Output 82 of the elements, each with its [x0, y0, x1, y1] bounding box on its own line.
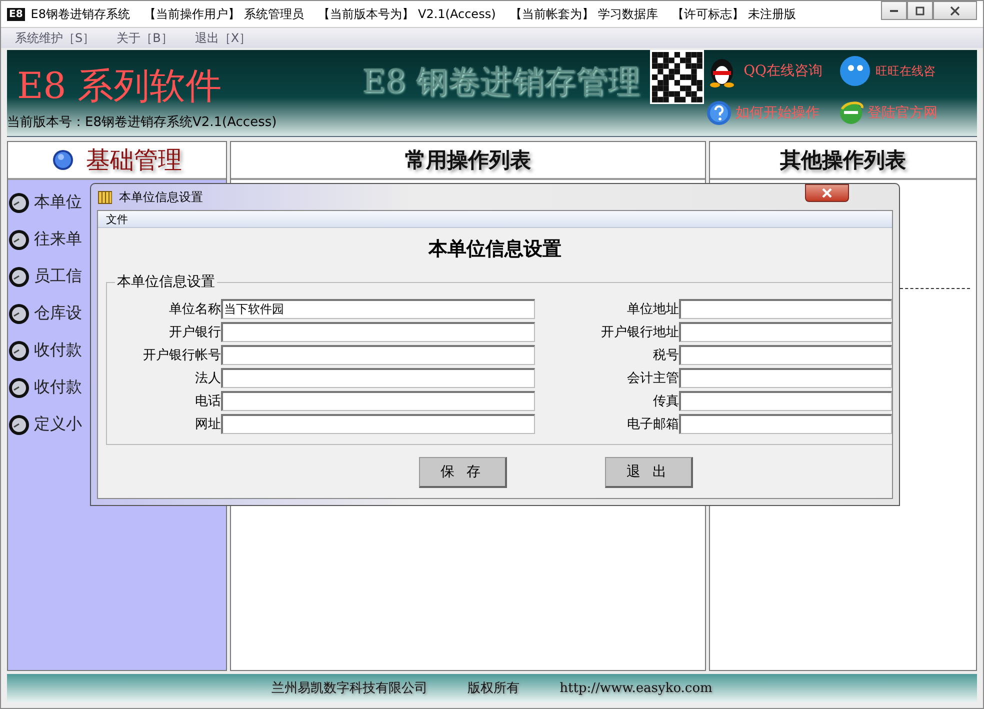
- field-label: 开户银行地址: [600, 324, 679, 341]
- disc-icon: [8, 192, 30, 214]
- status-value: 学习数据库: [598, 6, 658, 22]
- dialog-button[interactable]: 保 存: [419, 457, 507, 488]
- menu-item[interactable]: 关于［B］: [116, 30, 173, 46]
- qr-code-icon: [650, 50, 704, 104]
- product-title: E8 钢卷进销存管理: [362, 61, 641, 102]
- minimize-icon: [890, 10, 898, 12]
- menu-item[interactable]: 文件: [106, 212, 128, 226]
- panel-title: 常用操作列表: [405, 146, 531, 174]
- input-field[interactable]: [679, 345, 892, 365]
- nav-item[interactable]: 员工信: [34, 266, 82, 287]
- menu-item[interactable]: 系统维护［S］: [15, 30, 95, 46]
- close-icon: [950, 6, 960, 16]
- dialog-button[interactable]: 退 出: [605, 457, 693, 488]
- chat-bubble-icon: [838, 54, 872, 88]
- field-label: 开户银行: [168, 324, 221, 341]
- nav-item[interactable]: 收付款: [34, 340, 82, 361]
- disc-icon: [8, 376, 30, 398]
- input-field[interactable]: [679, 414, 892, 434]
- field-label: 单位地址: [626, 301, 679, 318]
- field-label: 税号: [652, 347, 679, 364]
- link[interactable]: 旺旺在线咨: [876, 62, 936, 80]
- link[interactable]: QQ在线咨询: [744, 62, 823, 80]
- field-label: 开户银行帐号: [142, 347, 221, 364]
- disc-icon: [8, 414, 30, 436]
- nav-item[interactable]: 仓库设: [34, 303, 82, 324]
- disc-icon: [8, 340, 30, 362]
- restore-icon: [915, 6, 925, 16]
- disc-icon: [8, 302, 30, 324]
- status-label: 【当前帐套为】: [510, 6, 594, 22]
- input-field[interactable]: [221, 322, 535, 342]
- field-label: 电话: [194, 393, 221, 410]
- footer-text: 兰州易凯数字科技有限公司: [272, 680, 428, 697]
- input-field[interactable]: [221, 414, 535, 434]
- field-label: 传真: [652, 393, 679, 410]
- status-value: V2.1(Access): [418, 7, 496, 21]
- input-field[interactable]: [221, 391, 535, 411]
- ball-icon: [52, 149, 74, 171]
- dialog-title: 本单位信息设置: [119, 188, 203, 206]
- field-label: 会计主管: [626, 370, 679, 387]
- nav-item[interactable]: 定义小: [34, 414, 82, 435]
- input-field[interactable]: 当下软件园: [221, 299, 535, 319]
- disc-icon: [8, 228, 30, 250]
- panel-title: 其他操作列表: [780, 146, 906, 174]
- close-button[interactable]: [933, 1, 977, 20]
- input-field[interactable]: [221, 368, 535, 388]
- app-icon: E8: [7, 8, 25, 20]
- status-value: 系统管理员: [244, 6, 304, 22]
- footer-text: http://www.easyko.com: [560, 680, 712, 696]
- status-value: 未注册版: [748, 6, 796, 22]
- status-label: 【当前操作用户】: [144, 6, 240, 22]
- browser-icon: [838, 100, 864, 126]
- field-label: 单位名称: [168, 301, 221, 318]
- minimize-button[interactable]: [881, 1, 907, 20]
- footer-text: 版权所有: [468, 680, 520, 697]
- maximize-button[interactable]: [907, 1, 933, 20]
- close-button[interactable]: [805, 184, 849, 202]
- window-title: E8钢卷进销存系统: [30, 6, 130, 22]
- status-label: 【许可标志】: [672, 6, 744, 22]
- input-field[interactable]: [679, 299, 892, 319]
- group-title: 本单位信息设置: [115, 273, 217, 291]
- input-field[interactable]: [679, 322, 892, 342]
- field-label: 网址: [194, 416, 221, 433]
- field-label: 法人: [194, 370, 221, 387]
- books-icon: [97, 189, 113, 205]
- disc-icon: [8, 266, 30, 288]
- form-heading: 本单位信息设置: [427, 237, 562, 262]
- help-icon: [706, 100, 732, 126]
- input-field[interactable]: [679, 368, 892, 388]
- input-field[interactable]: [679, 391, 892, 411]
- nav-item[interactable]: 往来单: [34, 229, 82, 250]
- field-label: 电子邮箱: [626, 416, 679, 433]
- brand-title: E8 系列软件: [17, 65, 223, 109]
- menu-item[interactable]: 退出［X］: [194, 30, 252, 46]
- nav-item[interactable]: 本单位: [34, 192, 82, 213]
- close-icon: [822, 188, 832, 198]
- status-label: 【当前版本号为】: [318, 6, 414, 22]
- panel-title: 基础管理: [86, 145, 182, 176]
- nav-item[interactable]: 收付款: [34, 377, 82, 398]
- version-text: 当前版本号：E8钢卷进销存系统V2.1(Access): [7, 114, 278, 131]
- input-field[interactable]: [221, 345, 535, 365]
